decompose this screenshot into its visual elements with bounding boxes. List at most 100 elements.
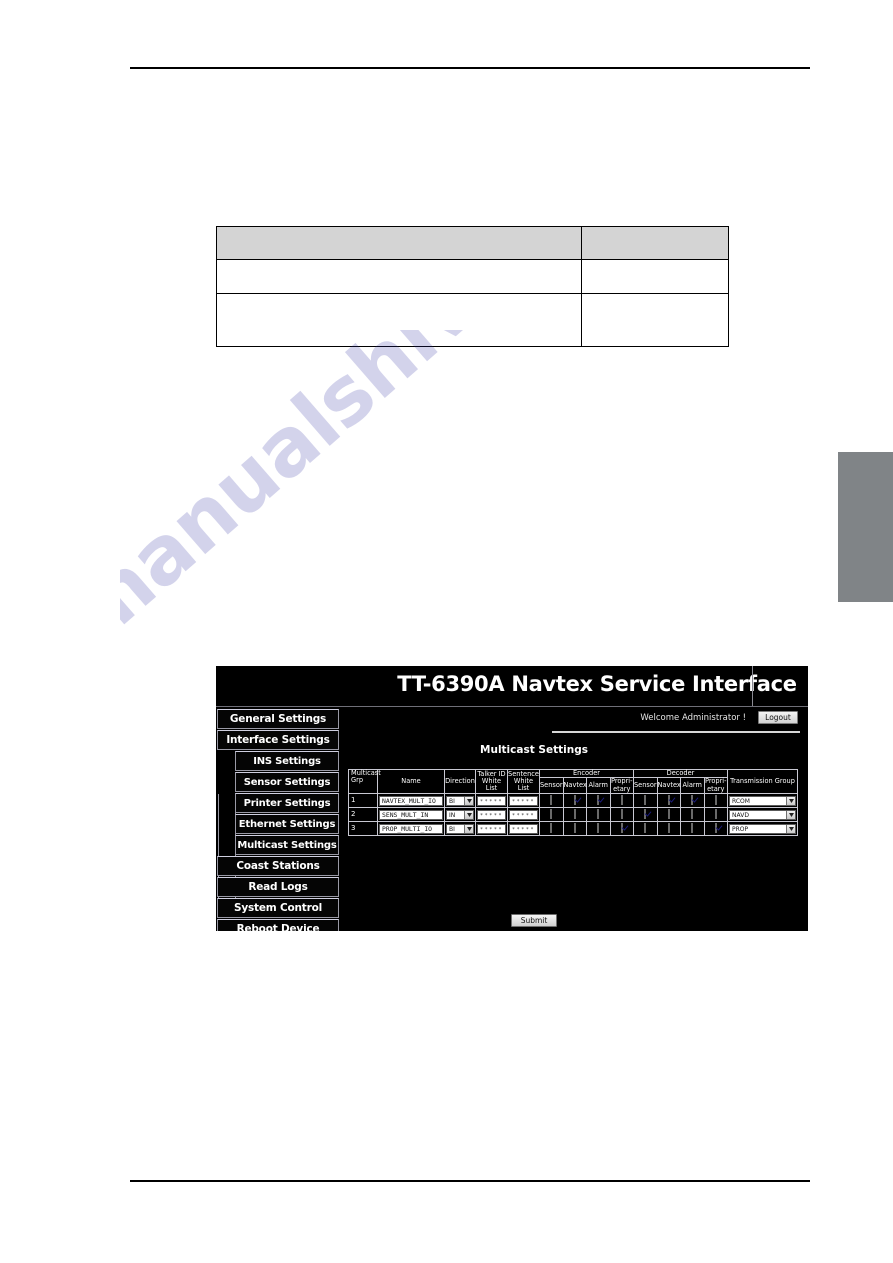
sidebar-item-multicast-settings[interactable]: Multicast Settings [235, 835, 339, 855]
sidebar-item-read-logs[interactable]: Read Logs [217, 877, 339, 897]
submit-row: Submit [300, 908, 768, 927]
decoder-sensor-checkbox[interactable] [644, 808, 647, 819]
encoder-navtex-checkbox[interactable] [573, 794, 576, 805]
encoder-sensor-checkbox[interactable] [550, 808, 553, 819]
chevron-down-icon [786, 796, 795, 805]
cell-talker-id-white-list: ***** [475, 793, 508, 809]
cell-talker-id-white-list: ***** [475, 807, 508, 823]
sidebar-item-sensor-settings[interactable]: Sensor Settings [235, 772, 339, 792]
decoder-proprietary-checkbox[interactable] [714, 794, 717, 805]
encoder-navtex-checkbox[interactable] [573, 808, 576, 819]
table-cell [581, 293, 729, 347]
decoder-sensor-checkbox[interactable] [644, 794, 647, 805]
decoder-navtex-checkbox[interactable] [667, 794, 670, 805]
encoder-alarm-checkbox[interactable] [597, 822, 600, 833]
cell-name: NAVTEX_MULT_IO [377, 793, 445, 809]
chapter-side-tab [838, 452, 893, 602]
encoder-navtex-checkbox[interactable] [573, 822, 576, 833]
cell-sentence-white-list: ***** [507, 821, 540, 837]
cell-decoder-sensor [633, 793, 658, 809]
talker-id-white-list-input[interactable]: ***** [477, 809, 506, 820]
decoder-proprietary-checkbox[interactable] [714, 808, 717, 819]
decoder-navtex-checkbox[interactable] [667, 822, 670, 833]
col-header-encoder-navtex: Navtex [562, 777, 587, 795]
decoder-proprietary-checkbox[interactable] [714, 822, 717, 833]
cell-name: SENS_MULT_IN [377, 807, 445, 823]
transmission-group-value: NAVD [732, 811, 749, 819]
encoder-sensor-checkbox[interactable] [550, 822, 553, 833]
cell-decoder-proprietary [703, 793, 728, 809]
cell-encoder-proprietary [609, 807, 634, 823]
sentence-white-list-input[interactable]: ***** [509, 795, 538, 806]
sentence-white-list-input[interactable]: ***** [509, 823, 538, 834]
sidebar-item-ethernet-settings[interactable]: Ethernet Settings [235, 814, 339, 834]
direction-select[interactable]: IN [446, 809, 474, 820]
cell-encoder-alarm [586, 793, 611, 809]
transmission-group-select[interactable]: NAVD [729, 809, 796, 820]
col-header-sentence-white-list: Sentence White List [507, 768, 540, 795]
name-input[interactable]: SENS_MULT_IN [379, 809, 443, 820]
talker-id-white-list-input[interactable]: ***** [477, 795, 506, 806]
decoder-sensor-checkbox[interactable] [644, 822, 647, 833]
col-header-decoder-navtex: Navtex [656, 777, 681, 795]
chevron-down-icon [786, 824, 795, 833]
cell-encoder-sensor [539, 793, 564, 809]
sidebar-nav: General Settings Interface Settings INS … [217, 708, 339, 931]
decoder-alarm-checkbox[interactable] [691, 794, 694, 805]
sentence-white-list-input[interactable]: ***** [509, 809, 538, 820]
table-header-cell-2 [581, 226, 729, 260]
sidebar-item-general-settings[interactable]: General Settings [217, 709, 339, 729]
cell-multicast-grp: 3 [348, 821, 378, 837]
cell-encoder-proprietary [609, 793, 634, 809]
logout-button[interactable]: Logout [758, 711, 798, 724]
document-table [216, 226, 729, 347]
cell-multicast-grp: 1 [348, 793, 378, 809]
cell-encoder-proprietary [609, 821, 634, 837]
encoder-proprietary-checkbox[interactable] [620, 794, 623, 805]
cell-encoder-alarm [586, 807, 611, 823]
sidebar-item-coast-stations[interactable]: Coast Stations [217, 856, 339, 876]
direction-select[interactable]: BI [446, 823, 474, 834]
decoder-alarm-checkbox[interactable] [691, 822, 694, 833]
banner-edge-divider [752, 666, 753, 707]
cell-sentence-white-list: ***** [507, 807, 540, 823]
sidebar-item-printer-settings[interactable]: Printer Settings [235, 793, 339, 813]
sidebar-item-label: INS Settings [253, 755, 321, 767]
talker-id-white-list-input[interactable]: ***** [477, 823, 506, 834]
sidebar-item-label: Coast Stations [236, 860, 320, 872]
sidebar-item-label: Sensor Settings [243, 776, 331, 788]
cell-transmission-group: NAVD [727, 807, 798, 823]
decoder-alarm-checkbox[interactable] [691, 808, 694, 819]
cell-name: PROP_MULTI_IO [377, 821, 445, 837]
submit-button[interactable]: Submit [510, 914, 558, 927]
decoder-navtex-checkbox[interactable] [667, 808, 670, 819]
direction-select[interactable]: BI [446, 795, 474, 806]
cell-decoder-alarm [680, 807, 705, 823]
cell-multicast-grp: 2 [348, 807, 378, 823]
encoder-alarm-checkbox[interactable] [597, 808, 600, 819]
encoder-proprietary-checkbox[interactable] [620, 808, 623, 819]
watermark-text: manualshive.com [120, 330, 694, 662]
cell-talker-id-white-list: ***** [475, 821, 508, 837]
table-header-row [216, 226, 729, 260]
navtex-web-interface-figure: TT-6390A Navtex Service Interface Genera… [216, 666, 808, 931]
encoder-proprietary-checkbox[interactable] [620, 822, 623, 833]
app-banner: TT-6390A Navtex Service Interface [216, 666, 808, 707]
name-input[interactable]: NAVTEX_MULT_IO [379, 795, 443, 806]
table-header-cell-1 [216, 226, 582, 260]
table-row [216, 259, 729, 294]
cell-decoder-navtex [656, 807, 681, 823]
cell-decoder-proprietary [703, 807, 728, 823]
sidebar-item-label: Multicast Settings [237, 839, 337, 851]
col-header-decoder-sensor: Sensor [633, 777, 658, 795]
sidebar-item-label: General Settings [229, 713, 327, 725]
col-header-talker-id-white-list: Talker ID White List [475, 768, 508, 795]
cell-transmission-group: PROP [727, 821, 798, 837]
encoder-sensor-checkbox[interactable] [550, 794, 553, 805]
name-input[interactable]: PROP_MULTI_IO [379, 823, 443, 834]
encoder-alarm-checkbox[interactable] [597, 794, 600, 805]
transmission-group-select[interactable]: PROP [729, 823, 796, 834]
cell-direction: BI [444, 793, 476, 809]
transmission-group-select[interactable]: RCOM [729, 795, 796, 806]
cell-decoder-alarm [680, 821, 705, 837]
